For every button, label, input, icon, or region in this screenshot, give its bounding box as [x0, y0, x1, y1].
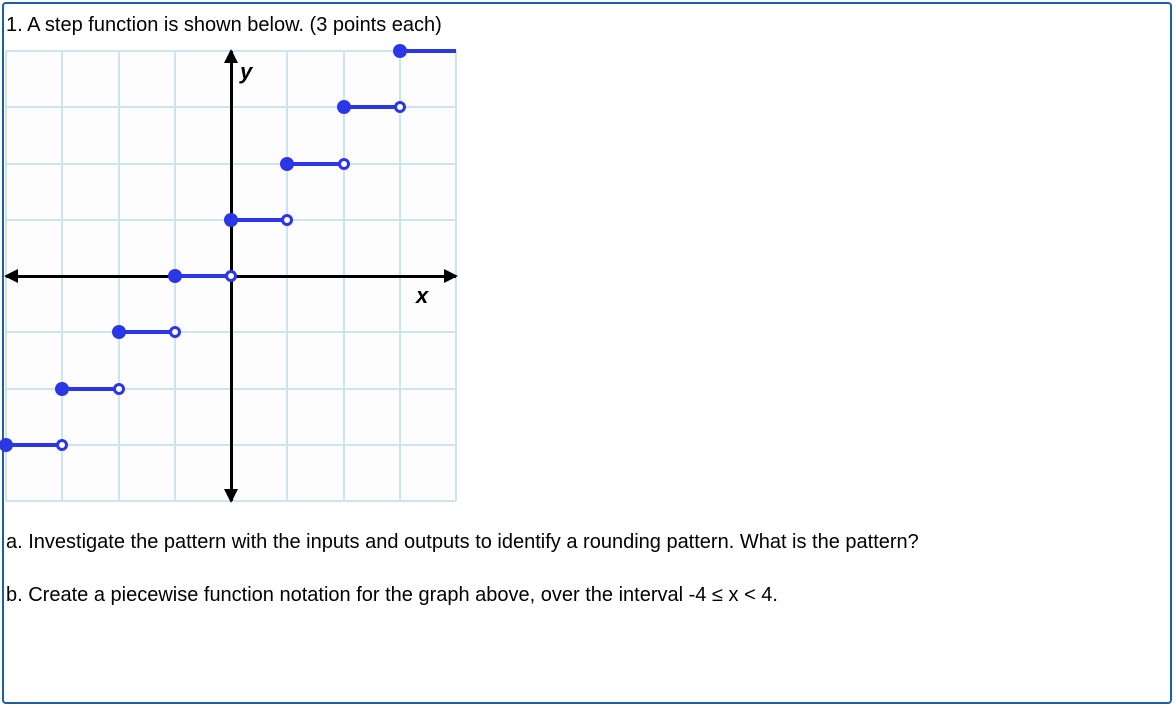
closed-dot — [280, 157, 294, 171]
open-dot — [113, 383, 125, 395]
y-axis-arrow-up — [224, 49, 238, 63]
question-card: 1. A step function is shown below. (3 po… — [2, 2, 1172, 704]
step-segment — [6, 443, 62, 447]
step-segment — [62, 387, 118, 391]
open-dot — [394, 101, 406, 113]
question-text: A step function is shown below. (3 point… — [27, 14, 442, 36]
step-segment — [119, 330, 175, 334]
sub-question-b: b. Create a piecewise function notation … — [4, 584, 1170, 607]
open-dot — [169, 326, 181, 338]
step-function-chart: yx — [6, 51, 456, 501]
open-dot — [225, 270, 237, 282]
y-axis-arrow-down — [224, 489, 238, 503]
step-segment — [287, 162, 343, 166]
closed-dot — [393, 44, 407, 58]
open-dot — [56, 439, 68, 451]
x-axis-label: x — [416, 283, 428, 309]
y-axis-label: y — [240, 59, 252, 85]
open-dot — [338, 158, 350, 170]
chart-wrap: yx — [4, 51, 1170, 501]
sub-question-a: a. Investigate the pattern with the inpu… — [4, 531, 1170, 554]
question-number: 1. — [6, 14, 23, 36]
closed-dot — [112, 325, 126, 339]
x-axis-arrow-right — [444, 269, 458, 283]
step-segment — [175, 274, 231, 278]
closed-dot — [0, 438, 13, 452]
closed-dot — [168, 269, 182, 283]
step-segment — [344, 105, 400, 109]
step-segment — [231, 218, 287, 222]
closed-dot — [337, 100, 351, 114]
closed-dot — [55, 382, 69, 396]
step-segment — [400, 49, 456, 53]
x-axis-arrow-left — [4, 269, 18, 283]
closed-dot — [224, 213, 238, 227]
question-title: 1. A step function is shown below. (3 po… — [4, 14, 1170, 37]
open-dot — [281, 214, 293, 226]
